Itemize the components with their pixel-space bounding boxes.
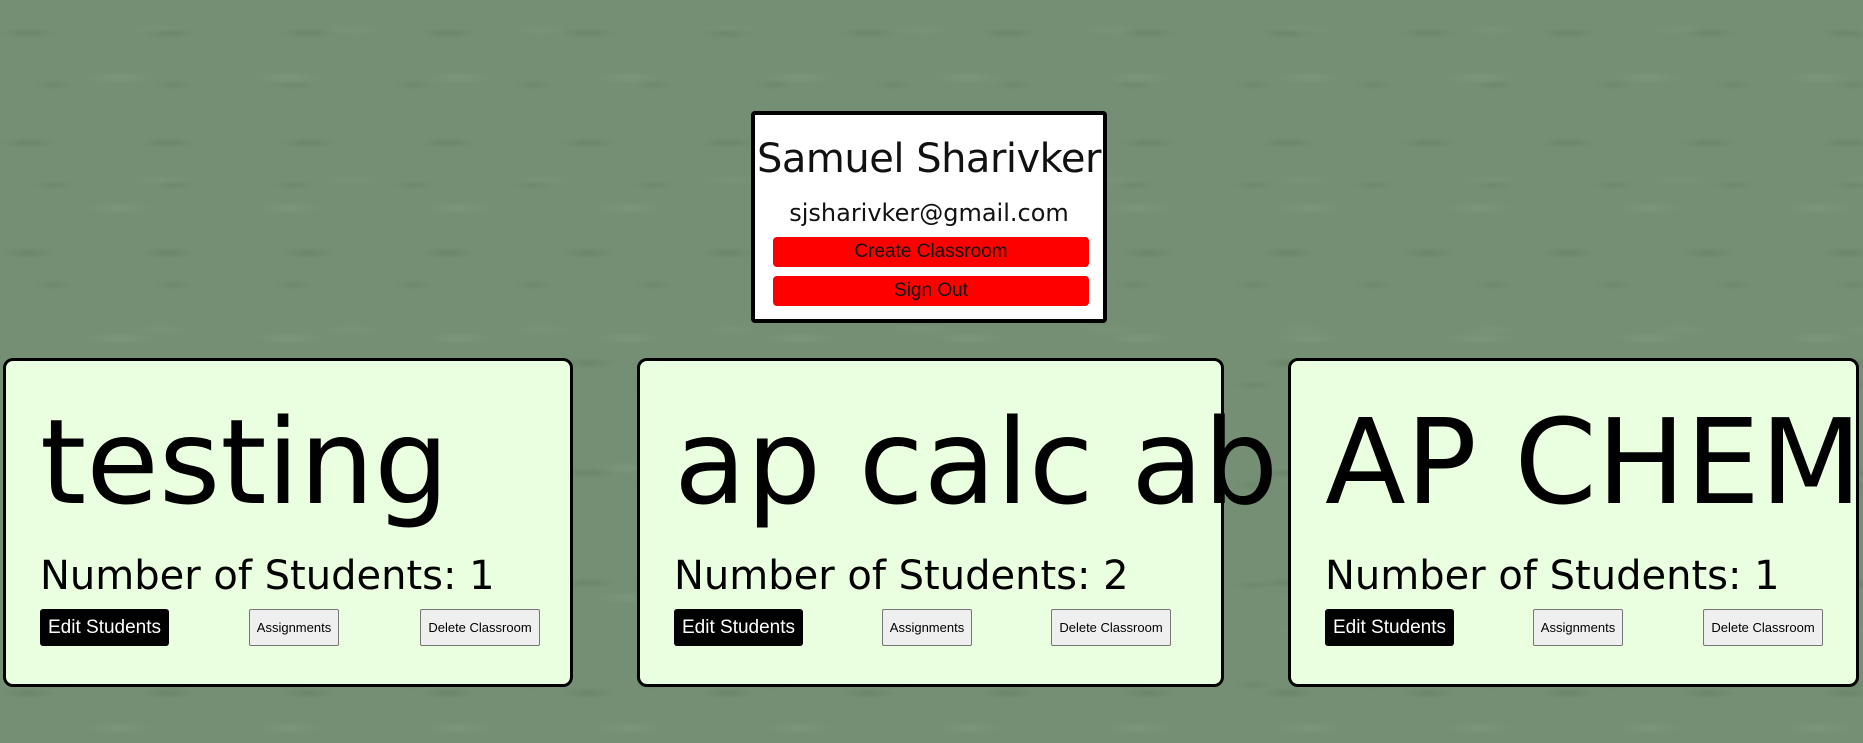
classroom-title: AP CHEM bbox=[1325, 393, 1862, 531]
profile-email: sjsharivker@gmail.com bbox=[789, 199, 1069, 227]
classroom-title: testing bbox=[40, 393, 450, 531]
assignments-button[interactable]: Assignments bbox=[1533, 609, 1623, 646]
classroom-card: AP CHEM Number of Students: 1 Edit Stude… bbox=[1288, 358, 1862, 687]
student-count: Number of Students: 2 bbox=[674, 553, 1129, 599]
create-classroom-button[interactable]: Create Classroom bbox=[773, 237, 1089, 267]
edit-students-button[interactable]: Edit Students bbox=[674, 609, 804, 646]
assignments-button[interactable]: Assignments bbox=[882, 609, 972, 646]
student-count: Number of Students: 1 bbox=[40, 553, 495, 599]
delete-classroom-button[interactable]: Delete Classroom bbox=[1703, 609, 1823, 646]
assignments-button[interactable]: Assignments bbox=[249, 609, 339, 646]
edit-students-button[interactable]: Edit Students bbox=[1325, 609, 1455, 646]
student-count: Number of Students: 1 bbox=[1325, 553, 1780, 599]
sign-out-button[interactable]: Sign Out bbox=[773, 276, 1089, 306]
classroom-title: ap calc ab bbox=[674, 393, 1279, 531]
edit-students-button[interactable]: Edit Students bbox=[40, 609, 170, 646]
profile-card: Samuel Sharivker sjsharivker@gmail.com C… bbox=[751, 111, 1107, 323]
delete-classroom-button[interactable]: Delete Classroom bbox=[1051, 609, 1171, 646]
classroom-card: testing Number of Students: 1 Edit Stude… bbox=[3, 358, 573, 687]
delete-classroom-button[interactable]: Delete Classroom bbox=[420, 609, 540, 646]
profile-name: Samuel Sharivker bbox=[757, 136, 1101, 182]
classroom-card: ap calc ab Number of Students: 2 Edit St… bbox=[637, 358, 1278, 687]
